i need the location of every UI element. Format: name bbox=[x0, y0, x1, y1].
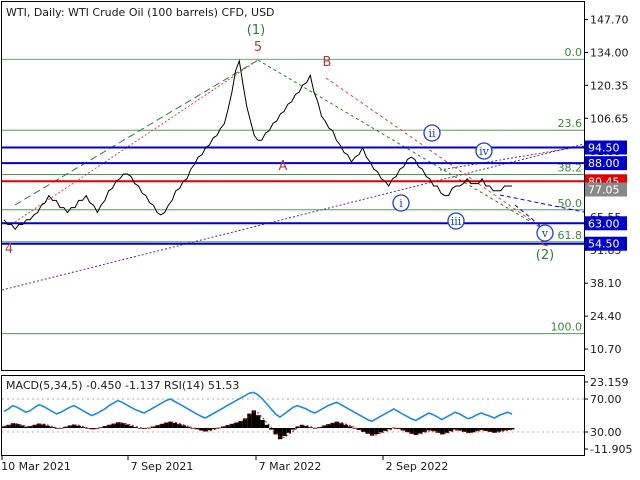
macd-bar bbox=[383, 428, 388, 431]
macd-bar bbox=[422, 428, 427, 432]
main-plot-frame bbox=[1, 1, 585, 371]
macd-bar bbox=[453, 428, 458, 430]
macd-bar bbox=[251, 410, 257, 428]
wave-label: i bbox=[399, 197, 403, 210]
price-level-tags: 94.5088.0080.4577.0563.0054.50 bbox=[585, 140, 627, 251]
macd-bar bbox=[247, 413, 252, 428]
indicator-tick-label: 30.00 bbox=[590, 426, 622, 439]
macd-bar bbox=[260, 420, 265, 428]
wave-label: 5 bbox=[254, 40, 262, 55]
macd-bar bbox=[418, 428, 423, 434]
macd-bar bbox=[172, 422, 178, 428]
price-chart[interactable]: 0.023.638.250.061.8100.0 (1)5BA4 C(2)iiii… bbox=[0, 0, 640, 480]
macd-bar bbox=[426, 428, 432, 431]
macd-bar bbox=[505, 428, 511, 430]
chart-window: 0.0 23.6 38.2 50.0 61.8 100.0 (1) 5 B A 4 C (2) i ii i… bbox=[0, 0, 640, 480]
macd-bar bbox=[343, 424, 348, 428]
fib-level-label: 0.0 bbox=[565, 46, 583, 59]
macd-bar bbox=[378, 428, 384, 433]
macd-bar bbox=[474, 428, 480, 431]
x-tick-label: 2 Sep 2022 bbox=[386, 460, 449, 473]
macd-bar bbox=[120, 423, 125, 428]
macd-bar bbox=[448, 428, 454, 432]
macd-bar bbox=[76, 425, 81, 428]
y-tick-label: 120.35 bbox=[590, 79, 629, 92]
macd-bar bbox=[347, 426, 353, 428]
fib-level-label: 100.0 bbox=[551, 321, 583, 334]
macd-bar bbox=[286, 428, 292, 433]
y-tick-label: 38.10 bbox=[590, 277, 622, 290]
macd-bar bbox=[352, 428, 357, 429]
macd-bar bbox=[80, 427, 86, 428]
macd-bar bbox=[479, 428, 484, 430]
macd-bar bbox=[470, 428, 475, 433]
macd-bar bbox=[45, 425, 51, 428]
macd-bar bbox=[277, 428, 283, 440]
macd-bar bbox=[264, 424, 270, 428]
macd-bar bbox=[15, 424, 20, 428]
macd-bar bbox=[510, 428, 515, 430]
macd-bar bbox=[496, 428, 502, 432]
fib-level-label: 50.0 bbox=[558, 197, 583, 210]
x-tick-label: 10 Mar 2021 bbox=[1, 460, 71, 473]
macd-bar bbox=[339, 423, 344, 428]
macd-bar bbox=[374, 428, 379, 435]
x-tick-label: 7 Sep 2021 bbox=[131, 460, 194, 473]
macd-bar bbox=[308, 427, 313, 428]
chart-title: WTI, Daily: WTI Crude Oil (100 barrels) … bbox=[6, 6, 275, 19]
wave-label: B bbox=[323, 55, 332, 70]
macd-bar bbox=[181, 425, 186, 428]
macd-bar bbox=[54, 428, 59, 429]
indicator-tick-label: -11.905 bbox=[590, 443, 632, 456]
macd-bar bbox=[234, 422, 239, 428]
macd-bar bbox=[291, 428, 296, 430]
macd-bar bbox=[501, 428, 506, 431]
wave-label: 4 bbox=[5, 242, 13, 257]
x-tick-label: 7 Mar 2022 bbox=[259, 460, 322, 473]
indicator-y-axis: 23.159 70.00 30.00 -11.905 bbox=[584, 376, 632, 456]
wave-label: (2) bbox=[536, 248, 554, 263]
indicator-tick-label: 70.00 bbox=[590, 393, 622, 406]
macd-bar bbox=[185, 426, 191, 428]
macd-bar bbox=[212, 428, 217, 429]
macd-bar bbox=[177, 424, 182, 428]
macd-bar bbox=[19, 425, 24, 428]
wave-label: iii bbox=[451, 215, 462, 228]
macd-bar bbox=[41, 424, 46, 428]
y-tick-label: 134.00 bbox=[590, 47, 629, 60]
macd-bar bbox=[256, 415, 261, 428]
price-level-tag-label: 77.05 bbox=[588, 183, 620, 196]
price-level-tag-label: 94.50 bbox=[588, 142, 620, 155]
price-level-tag-label: 54.50 bbox=[588, 238, 620, 251]
x-axis: 10 Mar 2021 7 Sep 2021 7 Mar 2022 2 Sep 202… bbox=[1, 455, 448, 473]
macd-bar bbox=[269, 428, 274, 430]
fib-level-label: 61.8 bbox=[558, 229, 583, 242]
wave-label: v bbox=[541, 227, 549, 240]
wave-label: A bbox=[279, 159, 288, 174]
wave-label: (1) bbox=[247, 23, 265, 38]
macd-bar bbox=[23, 426, 29, 428]
price-level-tag-label: 88.00 bbox=[588, 157, 620, 170]
macd-bar bbox=[282, 428, 287, 436]
indicator-tick-label: 23.159 bbox=[590, 376, 629, 389]
macd-bar bbox=[124, 424, 130, 428]
wave-label: ii bbox=[428, 127, 436, 140]
y-tick-label: 24.40 bbox=[590, 310, 622, 323]
macd-bar bbox=[190, 428, 195, 429]
y-tick-label: 106.65 bbox=[590, 112, 629, 125]
price-level-tag-label: 63.00 bbox=[588, 217, 620, 230]
macd-bar bbox=[50, 427, 55, 428]
wave-label: iv bbox=[479, 145, 490, 158]
fib-level-label: 23.6 bbox=[558, 117, 583, 130]
indicator-title: MACD(5,34,5) -0.450 -1.137 RSI(14) 51.53 bbox=[6, 379, 239, 392]
y-tick-label: 10.70 bbox=[590, 343, 622, 356]
y-tick-label: 147.70 bbox=[590, 14, 629, 27]
macd-bar bbox=[444, 428, 449, 433]
